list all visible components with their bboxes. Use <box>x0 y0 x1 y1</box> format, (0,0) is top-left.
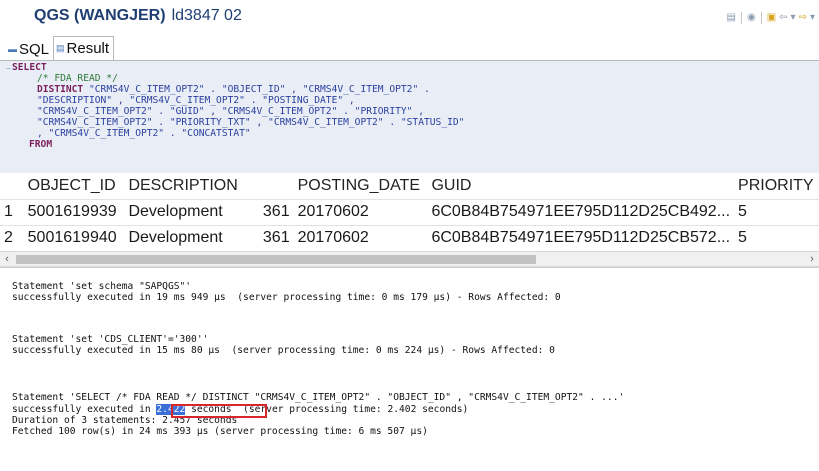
table-cell[interactable]: 5001619939 <box>24 199 125 225</box>
editor-toolbar: ▤ ◉ ▣ ⇦ ▾ ⇨ ▾ <box>727 12 815 24</box>
row-number: 1 <box>4 203 13 220</box>
column-header-priority[interactable]: PRIORITY <box>734 173 819 199</box>
statement-text: Statement 'set 'CDS_CLIENT'='300'' <box>12 334 209 345</box>
toolbar-separator <box>760 12 762 24</box>
sql-distinct-keyword: DISTINCT <box>37 84 84 95</box>
table-cell[interactable]: 20170602 <box>294 225 428 251</box>
annotation-highlight-box <box>171 404 267 418</box>
sql-line: "DESCRIPTION" , "CRMS4V_C_ITEM_OPT2" . "… <box>37 95 355 106</box>
column-header[interactable] <box>0 173 24 199</box>
table-cell[interactable]: Development <box>124 225 253 251</box>
tab-sql-label: SQL <box>19 40 50 58</box>
table-cell[interactable]: 5001619940 <box>24 225 125 251</box>
table-cell[interactable]: 20170602 <box>294 199 428 225</box>
db-icon[interactable]: ▤ <box>727 12 736 24</box>
fetch-summary: Fetched 100 row(s) in 24 ms 393 µs (serv… <box>12 426 428 437</box>
stop-icon[interactable]: ▣ <box>767 12 776 24</box>
sql-line: "CRMS4V_C_ITEM_OPT2" . "GUID" , "CRMS4V_… <box>37 106 424 117</box>
connect-icon[interactable]: ◉ <box>747 12 756 24</box>
chevron-right-icon[interactable]: › <box>805 253 819 265</box>
table-cell[interactable]: 6C0B84B754971EE795D112D25CB572... <box>427 225 734 251</box>
result-suffix: (server processing time: 2.402 seconds) <box>231 404 469 415</box>
column-header-guid[interactable]: GUID <box>427 173 734 199</box>
back-icon[interactable]: ⇦ <box>779 12 787 24</box>
sql-line: , "CRMS4V_C_ITEM_OPT2" . "CONCATSTAT" <box>37 128 251 139</box>
row-number: 2 <box>4 229 13 246</box>
table-cell[interactable]: 6C0B84B754971EE795D112D25CB492... <box>427 199 734 225</box>
table-cell[interactable]: 361 <box>254 225 294 251</box>
menu-arrow-icon[interactable]: ▾ <box>810 12 815 24</box>
console-output[interactable]: Statement 'set schema "SAPQGS"' successf… <box>0 267 819 471</box>
column-header-object-id[interactable]: OBJECT_ID <box>24 173 125 199</box>
table-header-row: OBJECT_ID DESCRIPTION POSTING_DATE GUID … <box>0 173 819 199</box>
result-grid[interactable]: OBJECT_ID DESCRIPTION POSTING_DATE GUID … <box>0 173 819 251</box>
table-row[interactable]: 1 5001619939 Development 361 20170602 6C… <box>0 199 819 225</box>
statement-result: successfully executed in 15 ms 80 µs (se… <box>12 345 555 356</box>
sql-line: "CRMS4V_C_ITEM_OPT2" . "OBJECT_ID" , "CR… <box>83 84 430 95</box>
collapse-icon[interactable]: − <box>6 64 11 75</box>
editor-tabs: ▬ SQL ▤ Result <box>6 36 115 60</box>
statement-text: Statement 'SELECT /* FDA READ */ DISTINC… <box>12 392 625 403</box>
sql-from-keyword: FROM <box>29 139 53 150</box>
result-icon: ▤ <box>56 43 65 53</box>
sql-comment: /* FDA READ */ <box>37 73 118 84</box>
tab-result-label: Result <box>66 40 110 57</box>
table-cell[interactable]: 5 <box>734 225 819 251</box>
table-cell[interactable]: 361 <box>254 199 294 225</box>
statement-text: Statement 'set schema "SAPQGS"' <box>12 281 192 292</box>
sql-select-keyword: SELECT <box>12 62 47 73</box>
scrollbar-thumb[interactable] <box>16 255 536 264</box>
statement-result: successfully executed in 19 ms 949 µs (s… <box>12 292 561 303</box>
sql-statement-panel[interactable]: − SELECT /* FDA READ */ DISTINCT "CRMS4V… <box>0 61 819 173</box>
tab-result[interactable]: ▤ Result <box>53 36 115 60</box>
connection-name: ld3847 02 <box>171 7 242 24</box>
table-row[interactable]: 2 5001619940 Development 361 20170602 6C… <box>0 225 819 251</box>
sql-icon: ▬ <box>8 44 17 54</box>
toolbar-separator <box>740 12 742 24</box>
sql-line: "CRMS4V_C_ITEM_OPT2" . "PRIORITY_TXT" , … <box>37 117 465 128</box>
column-header[interactable] <box>254 173 294 199</box>
horizontal-scrollbar[interactable]: ‹ › <box>0 251 819 267</box>
table-cell[interactable]: Development <box>124 199 253 225</box>
forward-icon[interactable]: ⇨ <box>799 12 807 24</box>
system-name: QGS (WANGJER) <box>34 7 166 24</box>
title-bar: QGS (WANGJER) ld3847 02 ▤ ◉ ▣ ⇦ ▾ ⇨ ▾ <box>0 0 819 34</box>
result-table: OBJECT_ID DESCRIPTION POSTING_DATE GUID … <box>0 173 819 251</box>
editor-title: QGS (WANGJER) ld3847 02 <box>34 7 242 25</box>
menu-arrow-icon[interactable]: ▾ <box>791 12 796 24</box>
table-cell[interactable]: 5 <box>734 199 819 225</box>
column-header-posting-date[interactable]: POSTING_DATE <box>294 173 428 199</box>
column-header-description[interactable]: DESCRIPTION <box>124 173 253 199</box>
tab-sql[interactable]: ▬ SQL <box>6 38 53 60</box>
chevron-left-icon[interactable]: ‹ <box>0 253 14 265</box>
result-prefix: successfully executed in <box>12 404 157 415</box>
